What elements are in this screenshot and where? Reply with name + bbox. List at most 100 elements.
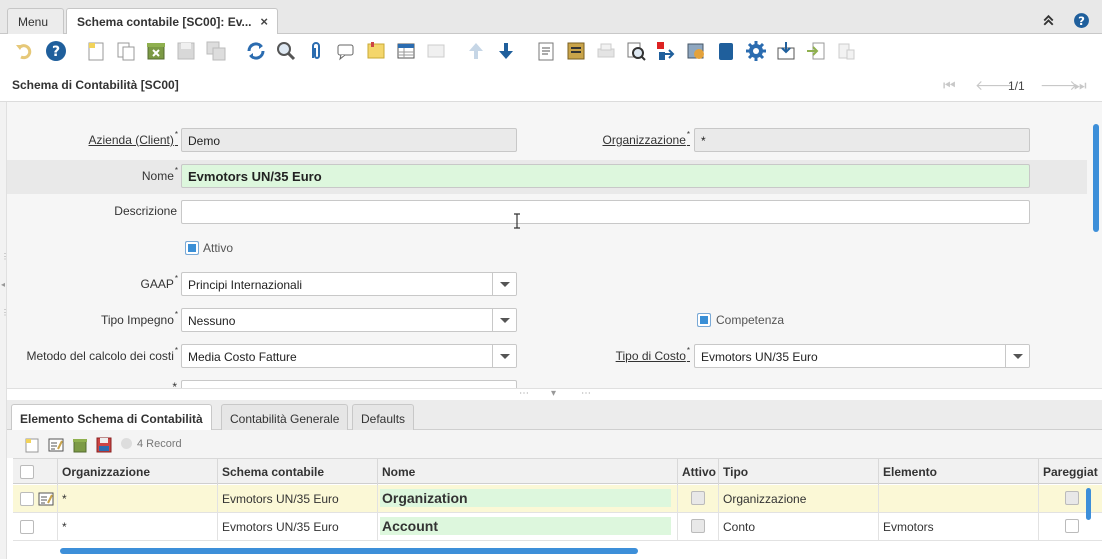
detail-down-icon[interactable] xyxy=(495,40,517,62)
table-row[interactable]: * Evmotors UN/35 Euro Organization Organ… xyxy=(13,485,1102,513)
requests-icon[interactable] xyxy=(655,40,677,62)
cell-schema[interactable]: Evmotors UN/35 Euro xyxy=(217,485,377,513)
accrual-checkbox[interactable] xyxy=(697,313,711,327)
tab-general-ledger[interactable]: Contabilità Generale xyxy=(221,404,349,430)
chat-icon[interactable] xyxy=(335,40,357,62)
delete-icon[interactable] xyxy=(72,437,88,453)
active-cell-checkbox[interactable] xyxy=(691,491,705,505)
window-header: Schema di Contabilità [SC00] ⏮ 🡐 1/1 🡒 ⏭ xyxy=(0,68,1102,102)
detail-toggle-icon[interactable] xyxy=(425,40,447,62)
cell-organization[interactable]: * xyxy=(57,513,217,541)
first-record-icon[interactable]: ⏮ xyxy=(943,77,956,94)
cell-element[interactable]: Evmotors xyxy=(878,513,1038,541)
grid-toggle-icon[interactable] xyxy=(395,40,417,62)
save-icon[interactable] xyxy=(175,40,197,62)
organization-label[interactable]: Organizzazione* xyxy=(577,130,690,147)
cost-type-select[interactable]: Evmotors UN/35 Euro xyxy=(694,344,1030,368)
copy-record-icon[interactable] xyxy=(115,40,137,62)
description-field[interactable] xyxy=(181,200,1030,224)
archive-icon[interactable] xyxy=(565,40,587,62)
cell-name[interactable]: Organization xyxy=(377,485,677,513)
balanced-cell-checkbox[interactable] xyxy=(1065,519,1079,533)
cell-name[interactable]: Account xyxy=(377,513,677,541)
save-new-icon[interactable] xyxy=(205,40,227,62)
commitment-type-select[interactable]: Nessuno xyxy=(181,308,517,332)
column-header[interactable]: Nome xyxy=(377,459,677,485)
edit-record-icon[interactable] xyxy=(48,437,64,453)
table-row[interactable]: * Evmotors UN/35 Euro Account Conto Evmo… xyxy=(13,513,1102,541)
tab-defaults[interactable]: Defaults xyxy=(352,404,415,430)
column-header[interactable]: Tipo xyxy=(718,459,878,485)
last-record-icon[interactable]: ⏭ xyxy=(1074,77,1087,94)
undo-icon[interactable] xyxy=(13,40,35,62)
quick-entry-icon[interactable] xyxy=(835,40,857,62)
side-collapse-band[interactable]: ⋮ ◂ ⋮ xyxy=(0,102,9,559)
help-icon[interactable]: ? xyxy=(45,40,67,62)
help-circle-icon[interactable]: ? xyxy=(1073,12,1090,29)
cell-type[interactable]: Conto xyxy=(718,513,878,541)
tab-schema-elements[interactable]: Elemento Schema di Contabilità xyxy=(11,404,212,431)
cell-element[interactable] xyxy=(878,485,1038,513)
attachment-icon[interactable] xyxy=(305,40,327,62)
previous-record-icon[interactable]: 🡐 xyxy=(975,77,1013,94)
delete-icon[interactable] xyxy=(145,40,167,62)
report-icon[interactable] xyxy=(535,40,557,62)
next-record-icon[interactable]: 🡒 xyxy=(1040,77,1078,94)
find-icon[interactable] xyxy=(275,40,297,62)
export-icon[interactable] xyxy=(775,40,797,62)
expand-left-icon[interactable]: ◂ xyxy=(1,280,5,289)
parent-icon[interactable] xyxy=(465,40,487,62)
tab-accounting-schema[interactable]: Schema contabile [SC00]: Ev... × xyxy=(66,8,278,35)
form-scrollbar[interactable] xyxy=(1093,124,1099,232)
column-header[interactable]: Schema contabile xyxy=(217,459,377,485)
costing-method-select[interactable]: Media Costo Fatture xyxy=(181,344,517,368)
column-header[interactable]: Elemento xyxy=(878,459,1038,485)
cell-active[interactable] xyxy=(677,513,718,541)
row-select-checkbox[interactable] xyxy=(20,520,34,534)
import-icon[interactable] xyxy=(805,40,827,62)
grid-vertical-scrollbar[interactable] xyxy=(1086,488,1091,520)
edit-record-icon[interactable] xyxy=(38,491,54,507)
cell-schema[interactable]: Evmotors UN/35 Euro xyxy=(217,513,377,541)
zoom-across-icon[interactable] xyxy=(625,40,647,62)
cell-active[interactable] xyxy=(677,485,718,513)
select-all-checkbox[interactable] xyxy=(20,465,34,479)
tab-menu[interactable]: Menu xyxy=(7,8,64,34)
column-header[interactable]: Organizzazione xyxy=(57,459,217,485)
chevron-down-icon[interactable] xyxy=(492,309,516,331)
workflow-icon[interactable] xyxy=(685,40,707,62)
client-label[interactable]: Azienda (Client)* xyxy=(67,130,179,147)
panel-splitter[interactable]: ⋯ ▾ ⋯ xyxy=(7,388,1102,400)
column-header[interactable]: Pareggiat xyxy=(1038,459,1102,485)
chevron-down-icon[interactable] xyxy=(1005,345,1029,367)
cell-organization[interactable]: * xyxy=(57,485,217,513)
cell-type[interactable]: Organizzazione xyxy=(718,485,878,513)
grid-horizontal-scrollbar[interactable] xyxy=(60,548,638,554)
new-record-icon[interactable] xyxy=(24,437,40,453)
close-tab-icon[interactable]: × xyxy=(260,14,268,29)
costing-method-label: Metodo del calcolo dei costi* xyxy=(26,346,178,363)
new-record-icon[interactable] xyxy=(85,40,107,62)
active-checkbox[interactable] xyxy=(185,241,199,255)
column-header[interactable]: Attivo xyxy=(677,459,718,485)
refresh-icon[interactable] xyxy=(245,40,267,62)
cell-balanced[interactable] xyxy=(1038,513,1102,541)
next-field-partial[interactable] xyxy=(181,380,517,388)
chevron-down-icon[interactable] xyxy=(492,345,516,367)
active-cell-checkbox[interactable] xyxy=(691,519,705,533)
cost-type-label[interactable]: Tipo di Costo* xyxy=(577,346,690,363)
save-icon[interactable] xyxy=(96,437,112,453)
name-field[interactable]: Evmotors UN/35 Euro xyxy=(181,164,1030,188)
detail-tab-bar: Elemento Schema di Contabilità Contabili… xyxy=(7,400,1102,431)
cell-balanced[interactable] xyxy=(1038,485,1102,513)
row-select-checkbox[interactable] xyxy=(20,492,34,506)
collapse-up-icon[interactable] xyxy=(1040,12,1057,29)
chevron-down-icon[interactable] xyxy=(492,273,516,295)
splitter-down-icon[interactable]: ▾ xyxy=(551,388,556,399)
gaap-select[interactable]: Principi Internazionali xyxy=(181,272,517,296)
print-icon[interactable] xyxy=(595,40,617,62)
product-info-icon[interactable] xyxy=(715,40,737,62)
process-icon[interactable] xyxy=(745,40,767,62)
balanced-cell-checkbox[interactable] xyxy=(1065,491,1079,505)
postit-icon[interactable] xyxy=(365,40,387,62)
